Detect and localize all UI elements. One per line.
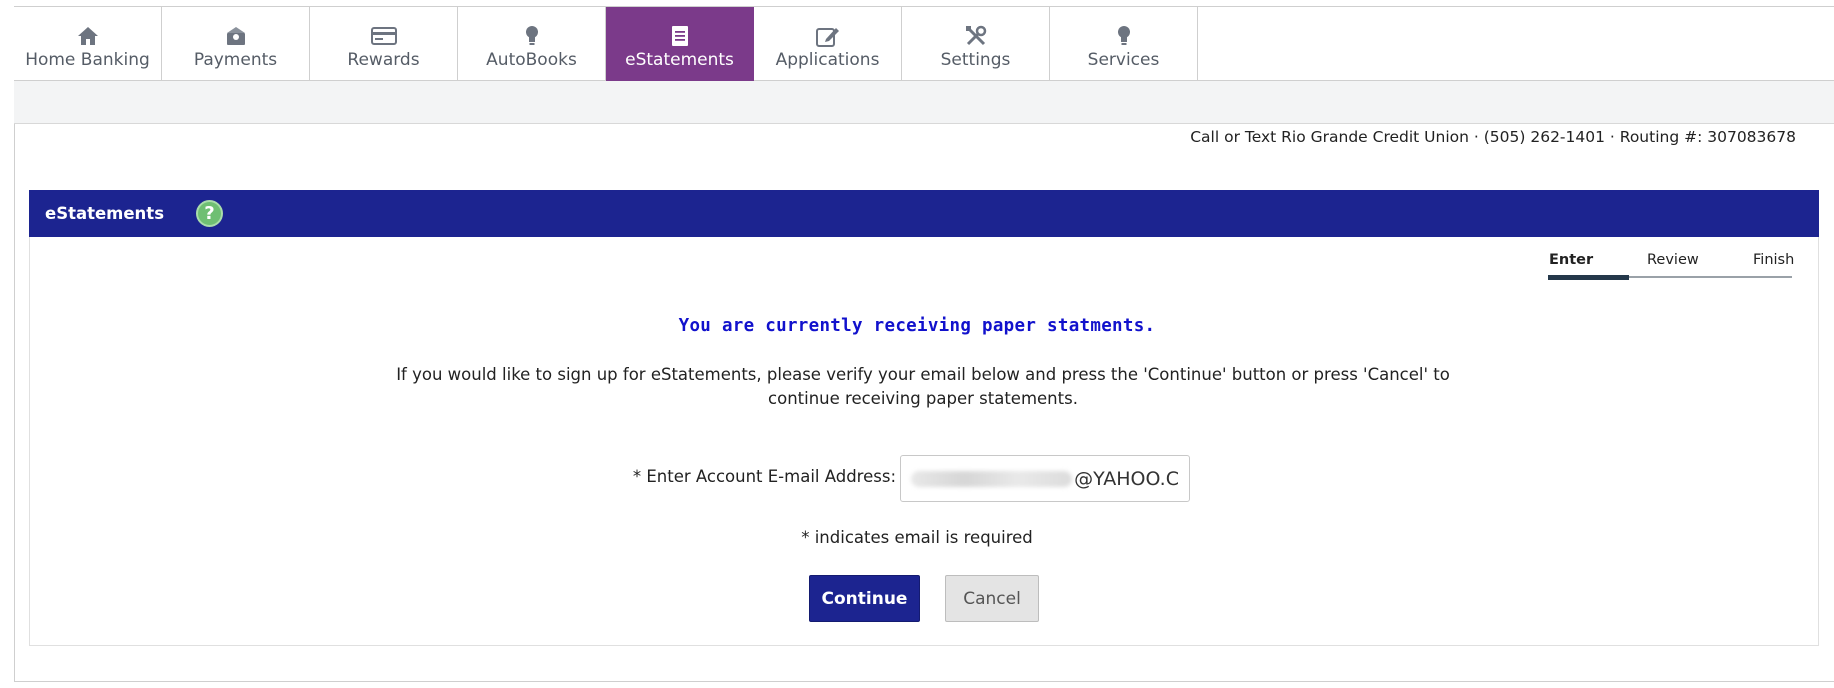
- tab-payments[interactable]: Payments: [162, 7, 310, 81]
- step-enter: Enter: [1549, 252, 1594, 268]
- help-icon[interactable]: ?: [196, 200, 223, 227]
- lightbulb-icon: [1116, 25, 1132, 47]
- step-progress: [1548, 275, 1629, 280]
- instructions-text: If you would like to sign up for eStatem…: [396, 365, 1450, 408]
- tab-home-banking[interactable]: Home Banking: [14, 7, 162, 81]
- tab-label: Home Banking: [25, 50, 150, 70]
- tab-label: Applications: [775, 50, 880, 70]
- tab-applications[interactable]: Applications: [754, 7, 902, 81]
- document-icon: [671, 25, 689, 47]
- tools-icon: [965, 25, 987, 47]
- cancel-button[interactable]: Cancel: [945, 575, 1039, 622]
- tab-autobooks[interactable]: AutoBooks: [458, 7, 606, 81]
- edit-icon: [815, 25, 840, 47]
- tab-label: AutoBooks: [486, 50, 577, 70]
- step-finish: Finish: [1753, 252, 1795, 268]
- redacted-email-part: [911, 470, 1073, 487]
- tab-label: Rewards: [347, 50, 420, 70]
- email-field[interactable]: @YAHOO.C: [900, 455, 1190, 502]
- tab-label: Services: [1087, 50, 1160, 70]
- main-nav: Home Banking Payments Rewards AutoBooks …: [14, 7, 1834, 81]
- tab-label: Payments: [193, 50, 278, 70]
- step-indicator: Enter Review Finish: [1548, 252, 1795, 282]
- tab-label: Settings: [940, 50, 1011, 70]
- contact-info: Call or Text Rio Grande Credit Union · (…: [1190, 128, 1796, 146]
- tab-settings[interactable]: Settings: [902, 7, 1050, 81]
- panel-title: eStatements: [45, 204, 165, 223]
- tab-estatements[interactable]: eStatements: [606, 7, 754, 81]
- toolbar-band: [14, 81, 1834, 124]
- lightbulb-icon: [524, 25, 540, 47]
- tab-label: eStatements: [625, 50, 734, 70]
- email-field-value: @YAHOO.C: [1074, 467, 1179, 490]
- home-icon: [77, 25, 99, 47]
- payments-icon: [225, 25, 247, 47]
- panel-header: eStatements ?: [29, 190, 1819, 237]
- continue-button[interactable]: Continue: [809, 575, 920, 622]
- status-headline: You are currently receiving paper statme…: [678, 316, 1156, 336]
- email-label: * Enter Account E-mail Address:: [632, 467, 896, 486]
- tab-services[interactable]: Services: [1050, 7, 1198, 81]
- required-note: * indicates email is required: [801, 528, 1033, 547]
- step-review: Review: [1647, 252, 1699, 268]
- tab-rewards[interactable]: Rewards: [310, 7, 458, 81]
- card-icon: [370, 25, 397, 47]
